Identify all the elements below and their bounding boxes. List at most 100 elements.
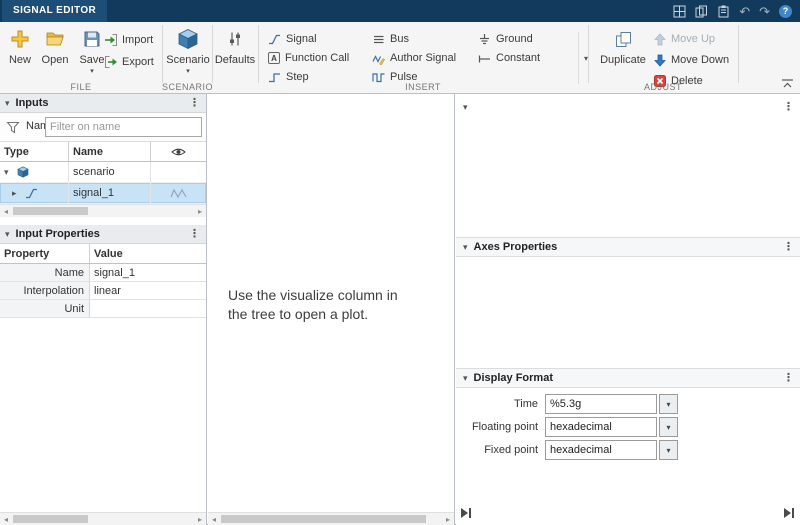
undo-icon[interactable]: ↶ xyxy=(739,5,750,18)
panel-menu-icon[interactable]: ⋮ xyxy=(783,241,794,253)
collapse-section-icon[interactable]: ▾ xyxy=(463,242,468,253)
open-button-label: Open xyxy=(41,54,69,66)
properties-header-row: Property Value xyxy=(0,244,206,264)
move-up-icon xyxy=(654,32,666,45)
defaults-sliders-icon xyxy=(227,26,243,52)
scrollbar-thumb[interactable] xyxy=(13,207,88,215)
time-format-field[interactable]: %5.3g xyxy=(545,394,657,414)
fixed-point-dropdown[interactable]: ▾ xyxy=(659,440,678,460)
insert-section-label: INSERT xyxy=(405,82,441,92)
skip-forward-icon[interactable] xyxy=(461,508,472,521)
copy-icon[interactable] xyxy=(695,5,708,18)
move-down-icon xyxy=(654,54,666,67)
canvas-message-line1: Use the visualize column in xyxy=(228,287,398,303)
insert-gallery-dropdown[interactable]: ▾ xyxy=(578,32,593,84)
canvas-message: Use the visualize column in the tree to … xyxy=(228,286,398,324)
expander-open-icon[interactable]: ▾ xyxy=(4,167,14,178)
file-section-label: FILE xyxy=(70,82,92,92)
duplicate-icon xyxy=(615,26,632,52)
scenario-dropdown-icon[interactable]: ▾ xyxy=(186,68,190,75)
floating-point-dropdown[interactable]: ▾ xyxy=(659,417,678,437)
collapse-section-icon[interactable]: ▾ xyxy=(463,102,468,113)
redo-icon[interactable]: ↷ xyxy=(759,5,770,18)
panel-menu-icon[interactable]: ⋮ xyxy=(189,97,200,109)
section-divider xyxy=(258,25,259,83)
scroll-right-icon[interactable]: ▸ xyxy=(194,205,206,217)
ground-icon xyxy=(480,33,489,44)
open-button[interactable]: Open xyxy=(37,26,73,66)
collapse-section-icon[interactable]: ▾ xyxy=(5,229,10,240)
scroll-left-icon[interactable]: ◂ xyxy=(0,513,12,525)
save-dropdown-icon[interactable]: ▾ xyxy=(90,68,94,75)
move-up-button[interactable]: Move Up xyxy=(654,30,715,48)
scroll-right-icon[interactable]: ▸ xyxy=(194,513,206,525)
move-down-button[interactable]: Move Down xyxy=(654,51,729,69)
export-button-label: Export xyxy=(122,55,154,68)
scenario-type-icon xyxy=(17,166,29,178)
insert-bus-button[interactable]: Bus xyxy=(372,30,409,48)
dropdown-arrow-icon: ▾ xyxy=(666,422,671,432)
skip-forward-icon[interactable] xyxy=(784,508,795,521)
fixed-point-label: Fixed point xyxy=(484,444,538,456)
insert-function-call-button[interactable]: A Function Call xyxy=(268,49,349,67)
canvas-horizontal-scrollbar[interactable]: ◂ ▸ xyxy=(208,512,454,525)
panel-menu-icon[interactable]: ⋮ xyxy=(189,228,200,240)
panel-horizontal-scrollbar[interactable]: ◂ ▸ xyxy=(0,512,206,525)
insert-function-call-label: Function Call xyxy=(285,52,350,64)
save-icon xyxy=(82,26,102,52)
axes-properties-header: ▾ Axes Properties ⋮ xyxy=(456,237,800,257)
new-button[interactable]: New xyxy=(5,26,35,66)
insert-author-signal-button[interactable]: Author Signal xyxy=(372,49,456,67)
scroll-right-icon[interactable]: ▸ xyxy=(442,513,454,525)
collapse-ribbon-icon[interactable] xyxy=(781,79,794,91)
tree-cell-visualize[interactable] xyxy=(150,162,206,182)
insert-ground-label: Ground xyxy=(496,33,533,45)
collapse-section-icon[interactable]: ▾ xyxy=(463,373,468,384)
filter-input[interactable] xyxy=(45,117,202,137)
defaults-button[interactable]: Defaults xyxy=(212,26,258,66)
duplicate-button[interactable]: Duplicate xyxy=(596,26,650,66)
toolstrip-ribbon: New Open Save ▾ Import Export FILE Scena… xyxy=(0,22,800,94)
insert-constant-button[interactable]: Constant xyxy=(478,49,540,67)
help-icon[interactable]: ? xyxy=(779,4,792,18)
import-button[interactable]: Import xyxy=(104,31,153,48)
floating-point-field[interactable]: hexadecimal xyxy=(545,417,657,437)
time-format-dropdown[interactable]: ▾ xyxy=(659,394,678,414)
scenario-button[interactable]: Scenario ▾ xyxy=(164,26,212,75)
move-down-label: Move Down xyxy=(671,54,730,66)
insert-signal-button[interactable]: Signal xyxy=(268,30,317,48)
tree-row-signal-1[interactable]: ▸ signal_1 xyxy=(0,183,206,204)
inputs-panel: ▾ Inputs ⋮ Name Type Name ▾ xyxy=(0,94,207,525)
tab-signal-editor[interactable]: SIGNAL EDITOR xyxy=(2,0,108,22)
fixed-point-field[interactable]: hexadecimal xyxy=(545,440,657,460)
expander-closed-icon[interactable]: ▸ xyxy=(12,188,22,199)
scrollbar-thumb[interactable] xyxy=(13,515,88,523)
tree-row-scenario[interactable]: ▾ scenario xyxy=(0,162,206,183)
input-properties-header: ▾ Input Properties ⋮ xyxy=(0,225,206,244)
scrollbar-thumb[interactable] xyxy=(221,515,426,523)
visualize-wave-icon[interactable] xyxy=(169,188,188,199)
tree-cell-visualize[interactable] xyxy=(150,183,206,203)
new-button-label: New xyxy=(8,54,31,66)
paste-icon[interactable] xyxy=(717,5,730,18)
defaults-button-label: Defaults xyxy=(214,54,256,66)
insert-ground-button[interactable]: Ground xyxy=(478,30,533,48)
column-header-value: Value xyxy=(94,247,123,260)
panel-menu-icon[interactable]: ⋮ xyxy=(783,101,794,113)
scroll-left-icon[interactable]: ◂ xyxy=(208,513,220,525)
property-value-cell[interactable] xyxy=(90,300,206,318)
property-value-cell[interactable]: linear xyxy=(90,282,206,300)
panel-menu-icon[interactable]: ⋮ xyxy=(783,372,794,384)
property-value-cell[interactable]: signal_1 xyxy=(90,264,206,282)
open-folder-icon xyxy=(45,26,65,52)
scroll-left-icon[interactable]: ◂ xyxy=(0,205,12,217)
property-row-name: Name signal_1 xyxy=(0,264,206,282)
layout-icon[interactable] xyxy=(673,5,686,18)
export-button[interactable]: Export xyxy=(104,53,154,70)
filter-funnel-icon[interactable] xyxy=(6,121,20,134)
tree-horizontal-scrollbar[interactable]: ◂ ▸ xyxy=(0,204,206,217)
save-button-label: Save xyxy=(79,54,105,66)
collapse-section-icon[interactable]: ▾ xyxy=(5,98,10,109)
function-call-icon: A xyxy=(268,52,280,64)
filter-row: Name xyxy=(0,113,206,141)
